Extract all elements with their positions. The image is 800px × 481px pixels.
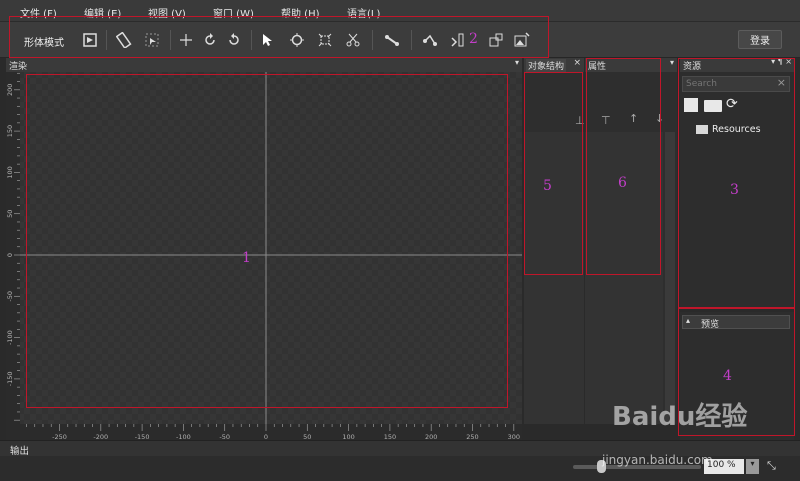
new-file-icon[interactable] bbox=[684, 98, 698, 112]
move-down-icon[interactable]: ↓ bbox=[655, 112, 664, 125]
select-arrow-icon[interactable] bbox=[258, 30, 278, 50]
menu-bar: 文件 (F) 编辑 (E) 视图 (V) 窗口 (W) 帮助 (H) 语言(L) bbox=[0, 0, 800, 22]
annotation-label-5: 5 bbox=[543, 178, 552, 194]
clear-search-icon[interactable]: × bbox=[777, 76, 786, 89]
watermark-logo: Baidu经验 bbox=[612, 402, 748, 432]
menu-file[interactable]: 文件 (F) bbox=[20, 5, 57, 20]
y-tick-label: 0 bbox=[6, 253, 14, 257]
search-box: × bbox=[682, 76, 790, 92]
zoom-dropdown-icon[interactable]: ▾ bbox=[746, 459, 759, 474]
output-title[interactable]: 输出 bbox=[10, 443, 29, 457]
rotate-ccw-icon[interactable] bbox=[200, 30, 220, 50]
shape-mode-icon[interactable] bbox=[80, 30, 100, 50]
props-panel: ⊥ ⊤ ↑ ↓ bbox=[575, 72, 677, 424]
ruler-icon[interactable] bbox=[114, 30, 134, 50]
list-item[interactable]: Resources bbox=[696, 122, 761, 136]
bone-tool-icon[interactable] bbox=[382, 30, 402, 50]
move-layer-up-icon[interactable]: ⊥ bbox=[575, 114, 585, 127]
refresh-icon[interactable]: ⟳ bbox=[726, 96, 738, 112]
render-panel: -250 -200 -150 -100 -50 0 50 100 150 200 250 300 20… bbox=[6, 72, 522, 444]
y-tick-label: -100 bbox=[6, 330, 14, 345]
y-tick-label: -50 bbox=[6, 291, 14, 302]
menu-language[interactable]: 语言(L) bbox=[347, 5, 380, 20]
rotate-cw-icon[interactable] bbox=[224, 30, 244, 50]
y-tick-label: -150 bbox=[6, 372, 14, 387]
toolbar-separator bbox=[251, 30, 252, 50]
preview-title: 预览 bbox=[701, 320, 720, 330]
render-panel-header: 渲染 ▾ bbox=[6, 58, 522, 72]
y-tick-label: 150 bbox=[6, 125, 14, 137]
bind-icon[interactable] bbox=[448, 30, 468, 50]
annotation-label-6: 6 bbox=[618, 175, 627, 191]
magic-select-icon[interactable] bbox=[142, 30, 162, 50]
fit-view-icon[interactable]: ⤡ bbox=[767, 459, 776, 473]
annotation-label-1: 1 bbox=[242, 250, 251, 266]
move-top-icon[interactable]: ⊤ bbox=[601, 114, 611, 127]
move-up-icon[interactable]: ↑ bbox=[629, 112, 638, 125]
props-panel-header: 属性 ▾ bbox=[585, 58, 677, 72]
watermark-url: jingyan.baidu.com bbox=[602, 453, 713, 467]
search-input[interactable] bbox=[684, 77, 772, 91]
props-scrollbar[interactable] bbox=[665, 132, 675, 424]
transform-icon[interactable] bbox=[287, 30, 307, 50]
annotation-label-2: 2 bbox=[469, 31, 478, 47]
resource-panel-header: 资源 ▾ ¶ × bbox=[680, 57, 794, 72]
y-tick-label: 100 bbox=[6, 166, 14, 178]
resize-box-icon[interactable] bbox=[486, 30, 506, 50]
bone-edit-icon[interactable] bbox=[420, 30, 440, 50]
login-button[interactable]: 登录 bbox=[738, 30, 782, 49]
toolbar: 形体模式 登录 bbox=[0, 22, 800, 58]
object-panel-title[interactable]: 对象结构 bbox=[526, 59, 567, 72]
toolbar-separator bbox=[372, 30, 373, 50]
y-tick-label: 50 bbox=[6, 210, 14, 218]
toolbar-separator bbox=[411, 30, 412, 50]
pan-icon[interactable] bbox=[176, 30, 196, 50]
object-tree-area[interactable] bbox=[524, 132, 584, 424]
toolbar-separator bbox=[170, 30, 171, 50]
resource-item-label: Resources bbox=[712, 123, 761, 135]
annotation-label-3: 3 bbox=[730, 182, 739, 198]
folder-icon bbox=[696, 124, 708, 134]
y-tick-label: 200 bbox=[6, 84, 14, 96]
menu-view[interactable]: 视图 (V) bbox=[148, 5, 186, 20]
close-icon[interactable]: × bbox=[573, 58, 581, 68]
mode-label[interactable]: 形体模式 bbox=[24, 34, 64, 49]
menu-help[interactable]: 帮助 (H) bbox=[281, 5, 320, 20]
object-panel-header: 对象结构 × bbox=[524, 58, 584, 72]
image-edit-icon[interactable] bbox=[512, 30, 532, 50]
resource-panel-title: 资源 bbox=[683, 62, 702, 72]
panel-menu-icon[interactable]: ▾ bbox=[515, 58, 519, 67]
annotation-label-4: 4 bbox=[723, 368, 732, 384]
render-panel-title: 渲染 bbox=[9, 62, 28, 72]
props-panel-title: 属性 bbox=[588, 62, 607, 72]
preview-header[interactable]: ▴ 预览 bbox=[682, 315, 790, 330]
menu-edit[interactable]: 编辑 (E) bbox=[84, 5, 121, 20]
panel-controls-icon[interactable]: ▾ ¶ × bbox=[771, 57, 792, 66]
render-canvas[interactable]: -250 -200 -150 -100 -50 0 50 100 150 200 250 300 20… bbox=[6, 72, 522, 444]
cut-icon[interactable] bbox=[343, 30, 363, 50]
menu-window[interactable]: 窗口 (W) bbox=[213, 5, 254, 20]
collapse-icon[interactable]: ▴ bbox=[686, 316, 690, 325]
toolbar-separator bbox=[106, 30, 107, 50]
open-folder-icon[interactable] bbox=[704, 100, 722, 112]
panel-menu-icon[interactable]: ▾ bbox=[670, 58, 674, 67]
scale-icon[interactable] bbox=[315, 30, 335, 50]
